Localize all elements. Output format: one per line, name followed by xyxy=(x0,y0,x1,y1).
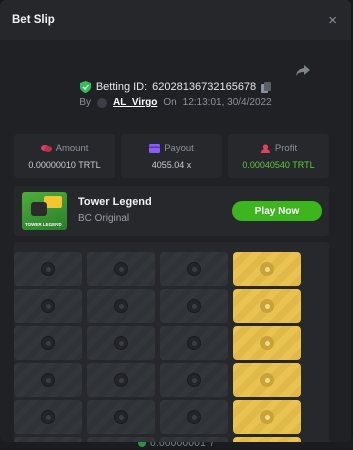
tile-gem-icon xyxy=(187,373,201,387)
tower-tile xyxy=(160,326,228,360)
tower-tile xyxy=(14,252,82,286)
tower-tile-revealed xyxy=(233,400,301,434)
tile-gem-icon xyxy=(187,410,201,424)
tile-gem-icon xyxy=(260,373,274,387)
game-thumbnail[interactable]: TOWER LEGEND xyxy=(22,192,67,230)
tile-gem-icon xyxy=(260,336,274,350)
tower-tile xyxy=(14,326,82,360)
tower-tile xyxy=(87,252,155,286)
tower-tile xyxy=(87,326,155,360)
thumbnail-title: TOWER LEGEND xyxy=(25,222,62,227)
betting-id-label: Betting ID: xyxy=(95,81,148,93)
amount-value: 0.00000010 TRTL xyxy=(28,159,101,170)
tower-tile xyxy=(14,400,82,434)
profit-value: 0.00040540 TRTL xyxy=(242,159,315,170)
tower-tile xyxy=(160,400,228,434)
tower-tile xyxy=(87,289,155,323)
game-card: TOWER LEGEND Tower Legend BC Original Pl… xyxy=(14,186,329,236)
copy-icon[interactable] xyxy=(261,81,272,93)
tower-tile xyxy=(14,437,82,442)
tile-gem-icon xyxy=(260,299,274,313)
tile-gem-icon xyxy=(41,410,55,424)
tower-tile xyxy=(14,289,82,323)
game-provider: BC Original xyxy=(78,213,130,224)
modal-title: Bet Slip xyxy=(12,14,55,26)
profit-stat: Profit 0.00040540 TRTL xyxy=(228,134,329,178)
tile-gem-icon xyxy=(114,262,128,276)
game-name[interactable]: Tower Legend xyxy=(78,196,152,208)
tile-gem-icon xyxy=(114,336,128,350)
tower-tile-revealed xyxy=(233,326,301,360)
tower-tile-revealed xyxy=(233,363,301,397)
payout-stat-header: Payout xyxy=(149,143,194,154)
payout-stat: Payout 4055.04 x xyxy=(121,134,222,178)
tower-tile xyxy=(160,363,228,397)
tower-tile xyxy=(87,363,155,397)
tower-tile xyxy=(160,252,228,286)
tile-gem-icon xyxy=(41,373,55,387)
shield-check-icon xyxy=(79,81,91,93)
profit-label: Profit xyxy=(274,142,298,154)
by-label: By xyxy=(79,97,92,108)
on-label: On xyxy=(163,97,177,108)
amount-stat-header: Amount xyxy=(40,142,89,154)
tower-tile-revealed xyxy=(233,252,301,286)
tile-gem-icon xyxy=(41,262,55,276)
payout-label: Payout xyxy=(164,142,194,154)
tile-gem-icon xyxy=(114,410,128,424)
amount-stat: Amount 0.00000010 TRTL xyxy=(14,134,115,178)
tile-gem-icon xyxy=(41,336,55,350)
profit-icon xyxy=(260,143,270,153)
tile-gem-icon xyxy=(187,336,201,350)
play-now-button[interactable]: Play Now xyxy=(232,201,322,221)
close-icon[interactable]: × xyxy=(328,13,337,28)
amount-label: Amount xyxy=(55,142,89,154)
bet-meta-row: By AL_Virgo On 12:13:01, 30/4/2022 xyxy=(0,97,351,108)
modal-header: Bet Slip × xyxy=(0,0,351,40)
tile-gem-icon xyxy=(260,410,274,424)
avatar xyxy=(97,97,108,108)
tile-gem-icon xyxy=(187,299,201,313)
bet-datetime: 12:13:01, 30/4/2022 xyxy=(182,97,272,108)
tile-gem-icon xyxy=(114,373,128,387)
tower-tile xyxy=(87,400,155,434)
share-icon[interactable] xyxy=(295,64,311,78)
tile-gem-icon xyxy=(187,262,201,276)
tower-tile xyxy=(14,363,82,397)
bet-slip-modal: Bet Slip × Betting ID: 62028136732165678… xyxy=(0,0,351,442)
betting-id-value: 62028136732165678 xyxy=(152,81,257,93)
coins-icon xyxy=(40,144,52,152)
betting-id-row: Betting ID: 62028136732165678 xyxy=(0,81,351,93)
username-link[interactable]: AL_Virgo xyxy=(113,97,157,108)
tower-tile xyxy=(160,437,228,442)
tower-tile xyxy=(160,289,228,323)
payout-value: 4055.04 x xyxy=(151,159,192,170)
tile-gem-icon xyxy=(41,299,55,313)
tower-tile xyxy=(87,437,155,442)
tower-tile-revealed xyxy=(233,437,301,442)
tile-gem-icon xyxy=(114,299,128,313)
profit-stat-header: Profit xyxy=(260,143,297,154)
robot-icon xyxy=(31,202,47,216)
payout-icon xyxy=(149,143,161,153)
tile-gem-icon xyxy=(260,262,274,276)
stats-row: Amount 0.00000010 TRTL Payout 4055.04 x … xyxy=(14,134,329,178)
tower-board xyxy=(14,242,329,442)
tower-tile-revealed xyxy=(233,289,301,323)
